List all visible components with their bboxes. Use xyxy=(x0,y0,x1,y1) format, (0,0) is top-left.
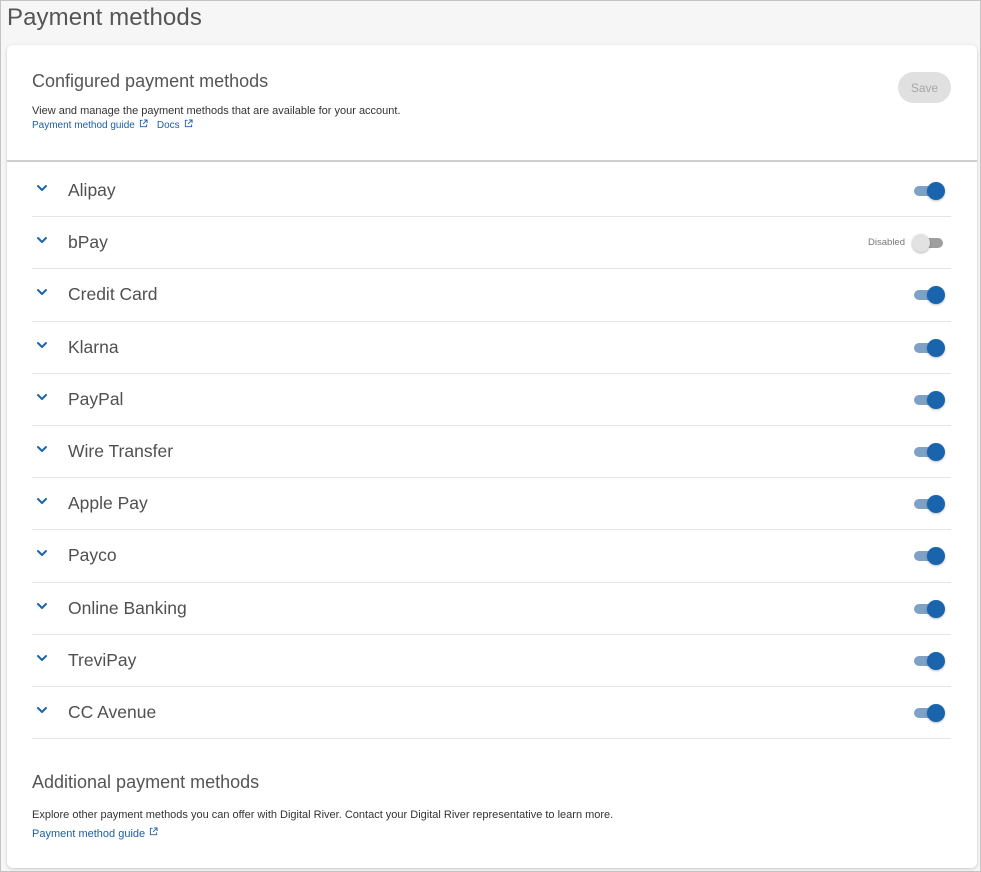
toggle-knob xyxy=(927,651,945,670)
toggle-payco[interactable] xyxy=(914,547,945,566)
additional-description: Explore other payment methods you can of… xyxy=(32,809,614,821)
payment-method-name: Wire Transfer xyxy=(68,440,174,461)
configured-title: Configured payment methods xyxy=(32,71,269,91)
disabled-status-text: Disabled xyxy=(868,237,905,249)
toggle-knob xyxy=(927,390,945,409)
additional-title: Additional payment methods xyxy=(32,772,260,792)
page-title: Payment methods xyxy=(7,4,202,31)
payment-method-name: Alipay xyxy=(68,180,116,200)
chevron-down-icon[interactable] xyxy=(36,339,48,351)
toggle-alipay[interactable] xyxy=(914,182,945,200)
external-link-icon xyxy=(184,119,193,128)
payment-method-row[interactable]: Online Banking xyxy=(32,583,951,635)
toggle-knob xyxy=(927,182,945,200)
chevron-down-icon[interactable] xyxy=(36,704,48,716)
toggle-knob xyxy=(927,703,945,722)
payment-method-guide-label: Payment method guide xyxy=(32,120,135,131)
chevron-down-icon[interactable] xyxy=(36,443,48,455)
payment-method-row[interactable]: TreviPay xyxy=(32,635,951,687)
configured-description: View and manage the payment methods that… xyxy=(32,105,401,117)
app-frame: Payment methods Configured payment metho… xyxy=(0,0,981,872)
payment-method-row[interactable]: bPay Disabled xyxy=(32,217,951,270)
payment-method-row[interactable]: CC Avenue xyxy=(32,687,951,740)
payment-method-row[interactable]: Payco xyxy=(32,530,951,583)
payment-method-name: Online Banking xyxy=(68,597,187,618)
payment-method-name: Payco xyxy=(68,545,117,566)
toggle-trevipay[interactable] xyxy=(914,651,945,670)
payment-method-row[interactable]: Klarna xyxy=(32,322,951,374)
chevron-down-icon[interactable] xyxy=(36,495,48,507)
payment-method-row[interactable]: Apple Pay xyxy=(32,478,951,531)
toggle-knob xyxy=(927,495,945,514)
toggle-wire-transfer[interactable] xyxy=(914,442,945,461)
payment-method-guide-link[interactable]: Payment method guide xyxy=(32,119,148,131)
toggle-cc-avenue[interactable] xyxy=(914,703,945,722)
toggle-klarna[interactable] xyxy=(914,338,945,357)
toggle-online-banking[interactable] xyxy=(914,599,945,618)
docs-label: Docs xyxy=(156,120,180,131)
payment-method-row[interactable]: Credit Card xyxy=(32,269,951,322)
external-link-icon xyxy=(139,119,148,128)
payment-method-name: CC Avenue xyxy=(68,701,157,722)
save-button[interactable]: Save xyxy=(898,72,951,103)
toggle-credit-card[interactable] xyxy=(914,286,945,305)
chevron-down-icon[interactable] xyxy=(36,286,48,298)
payment-method-list: Alipay bPay Disabled Credit Card Klarna xyxy=(32,165,951,740)
additional-guide-label: Payment method guide xyxy=(32,828,146,840)
payment-methods-card: Configured payment methods View and mana… xyxy=(7,45,977,868)
toggle-knob xyxy=(912,234,930,253)
payment-method-row[interactable]: Alipay xyxy=(32,165,951,218)
payment-method-name: Apple Pay xyxy=(68,493,148,514)
configured-header: Configured payment methods View and mana… xyxy=(7,45,977,162)
toggle-paypal[interactable] xyxy=(914,390,945,409)
toggle-knob xyxy=(927,338,945,357)
external-link-icon xyxy=(150,827,158,836)
payment-method-name: PayPal xyxy=(68,388,124,409)
payment-method-name: Klarna xyxy=(68,336,119,357)
docs-link[interactable]: Docs xyxy=(156,119,193,131)
chevron-down-icon[interactable] xyxy=(36,234,48,246)
toggle-apple-pay[interactable] xyxy=(914,495,945,514)
chevron-down-icon[interactable] xyxy=(36,547,48,559)
payment-method-name: Credit Card xyxy=(68,284,158,305)
toggle-bpay[interactable] xyxy=(912,234,943,253)
toggle-knob xyxy=(927,599,945,618)
payment-method-row[interactable]: Wire Transfer xyxy=(32,426,951,479)
payment-method-name: bPay xyxy=(68,232,108,253)
payment-method-name: TreviPay xyxy=(68,649,137,670)
chevron-down-icon[interactable] xyxy=(36,391,48,403)
toggle-knob xyxy=(927,286,945,305)
chevron-down-icon[interactable] xyxy=(36,600,48,612)
additional-payment-method-guide-link[interactable]: Payment method guide xyxy=(32,827,158,840)
chevron-down-icon[interactable] xyxy=(36,182,48,194)
toggle-knob xyxy=(927,547,945,566)
toggle-knob xyxy=(927,442,945,461)
payment-method-row[interactable]: PayPal xyxy=(32,374,951,426)
chevron-down-icon[interactable] xyxy=(36,652,48,664)
configured-links: Payment method guide Docs xyxy=(32,119,193,131)
